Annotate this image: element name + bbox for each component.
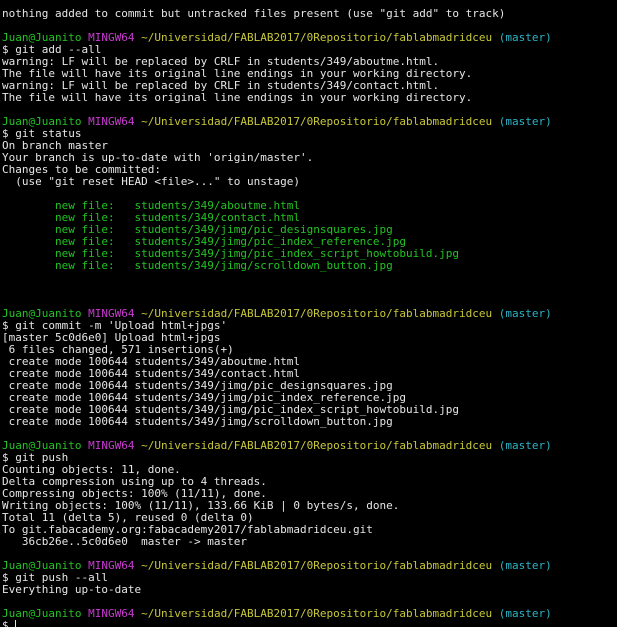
output-line: nothing added to commit but untracked fi… xyxy=(2,8,617,20)
prompt-path: ~/Universidad/FABLAB2017/0Repositorio/fa… xyxy=(141,115,493,128)
output-text: (use "git reset HEAD <file>..." to unsta… xyxy=(2,175,301,188)
prompt-branch: (master) xyxy=(498,559,552,572)
output-line: create mode 100644 students/349/jimg/scr… xyxy=(2,416,617,428)
prompt-path: ~/Universidad/FABLAB2017/0Repositorio/fa… xyxy=(141,559,493,572)
staged-file-line: new file: students/349/jimg/scrolldown_b… xyxy=(2,260,617,272)
output-text: The file will have its original line end… xyxy=(2,91,473,104)
prompt-branch: (master) xyxy=(498,307,552,320)
output-text: nothing added to commit but untracked fi… xyxy=(2,7,506,20)
command-input-line[interactable]: $ xyxy=(2,620,617,627)
input-prompt-symbol: $ xyxy=(2,619,16,627)
output-line: The file will have its original line end… xyxy=(2,92,617,104)
prompt-shell: MINGW64 xyxy=(88,607,135,620)
prompt-path: ~/Universidad/FABLAB2017/0Repositorio/fa… xyxy=(141,31,493,44)
output-line: Everything up-to-date xyxy=(2,584,617,596)
prompt-line: Juan@Juanito MINGW64 ~/Universidad/FABLA… xyxy=(2,440,617,452)
terminal-window[interactable]: nothing added to commit but untracked fi… xyxy=(0,0,617,627)
staged-file-text: new file: students/349/jimg/scrolldown_b… xyxy=(2,259,393,272)
prompt-path: ~/Universidad/FABLAB2017/0Repositorio/fa… xyxy=(141,607,493,620)
prompt-shell: MINGW64 xyxy=(88,115,135,128)
prompt-branch: (master) xyxy=(498,607,552,620)
output-line: (use "git reset HEAD <file>..." to unsta… xyxy=(2,176,617,188)
prompt-branch: (master) xyxy=(498,31,552,44)
output-text: 36cb26e..5c0d6e0 master -> master xyxy=(2,535,248,548)
output-text: create mode 100644 students/349/jimg/scr… xyxy=(2,415,393,428)
prompt-line: Juan@Juanito MINGW64 ~/Universidad/FABLA… xyxy=(2,116,617,128)
prompt-shell: MINGW64 xyxy=(88,439,135,452)
output-line: 36cb26e..5c0d6e0 master -> master xyxy=(2,536,617,548)
text-cursor xyxy=(15,620,17,627)
prompt-branch: (master) xyxy=(498,439,552,452)
prompt-path: ~/Universidad/FABLAB2017/0Repositorio/fa… xyxy=(141,439,493,452)
prompt-branch: (master) xyxy=(498,115,552,128)
output-text: Everything up-to-date xyxy=(2,583,142,596)
prompt-line: Juan@Juanito MINGW64 ~/Universidad/FABLA… xyxy=(2,608,617,620)
